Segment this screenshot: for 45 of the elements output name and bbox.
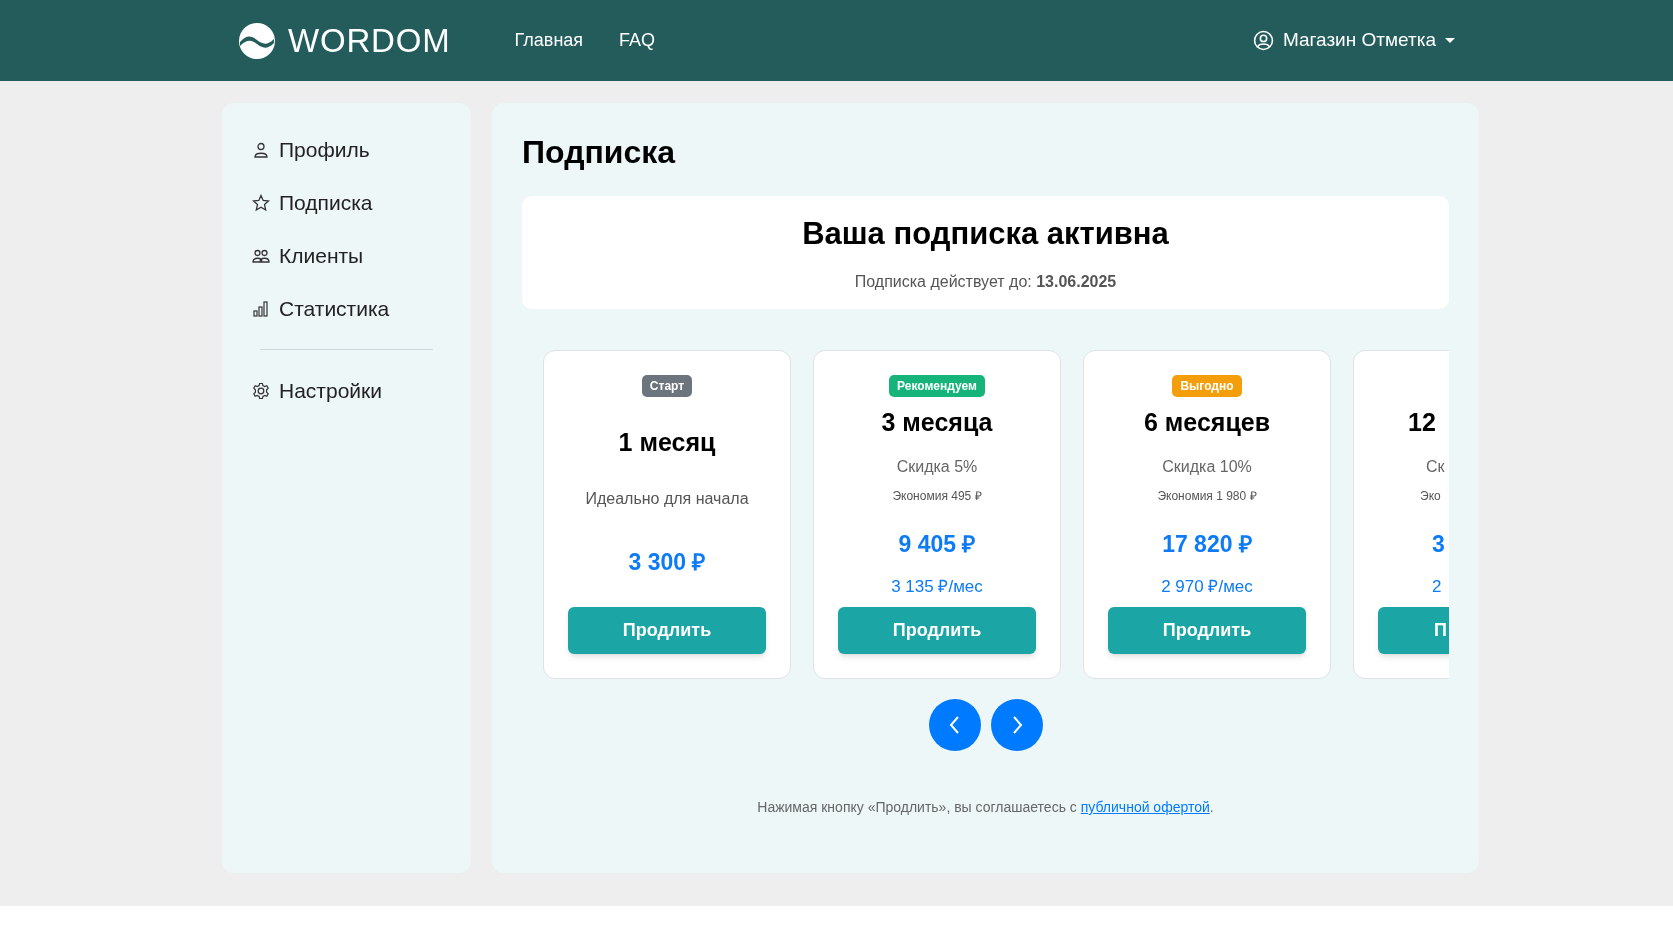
settings-icon [252, 381, 270, 400]
caret-icon [1445, 37, 1455, 44]
monthly-price: 2 970 ₽/мес [1161, 575, 1253, 598]
chevron-left-icon [947, 715, 962, 735]
discount-text: Скидка 10% [1162, 457, 1252, 478]
monthly-price: 2 [1431, 575, 1442, 598]
plan-title: 6 месяцев [1143, 406, 1271, 438]
page-title: Подписка [522, 133, 677, 172]
plan-title: 1 месяц [618, 426, 716, 458]
sidebar-item[interactable]: Подписка [252, 176, 441, 229]
plan-badge: Выгодно [1172, 375, 1242, 397]
offer-link[interactable]: публичной офертой [1080, 799, 1210, 815]
savings-text: Эко [1419, 488, 1441, 506]
savings-text: Экономия 495 ₽ [892, 488, 982, 506]
discount-text: Скидка 5% [896, 457, 978, 478]
plan-title: 3 месяца [881, 406, 993, 438]
sidebar-item[interactable]: Статистика [252, 282, 441, 335]
plan-price: 3 300 ₽ [628, 548, 706, 577]
status-text: Подписка действует до: 13.06.2025 [854, 271, 1117, 292]
discount-text: Ск [1425, 457, 1445, 478]
nav-link[interactable]: FAQ [619, 27, 656, 54]
plan-price: 9 405 ₽ [898, 530, 976, 560]
user-icon [1252, 30, 1274, 51]
monthly-price: 3 135 ₽/мес [891, 575, 983, 598]
bar-chart-icon [252, 299, 270, 318]
sidebar-item[interactable]: Клиенты [252, 229, 441, 282]
next-button[interactable] [990, 699, 1043, 751]
previous-button[interactable] [928, 699, 981, 751]
plan-price: 3 [1431, 530, 1445, 560]
plan-price: 17 820 ₽ [1162, 530, 1252, 560]
logo-text: WORDOM [288, 20, 451, 61]
plan-description: Идеально для начала [585, 489, 749, 509]
star-icon [252, 193, 270, 212]
user-menu[interactable]: Магазин Отметка [1252, 26, 1455, 55]
nav-link[interactable]: Главная [514, 27, 584, 54]
plan-title: 12 [1408, 406, 1436, 438]
status-heading: Ваша подписка активна [802, 215, 1169, 254]
agreement-text: Нажимая кнопку «Продлить», вы соглашаетесь с публичной офертой. [756, 798, 1215, 817]
person-icon [252, 140, 270, 159]
plan-badge: Старт [641, 375, 693, 397]
logo-icon [238, 21, 276, 60]
plan-badge: Рекомендуем [889, 375, 985, 397]
savings-text: Экономия 1 980 ₽ [1157, 488, 1257, 506]
sidebar-item[interactable]: Настройки [252, 364, 441, 417]
sidebar-item[interactable]: Профиль [252, 123, 441, 176]
